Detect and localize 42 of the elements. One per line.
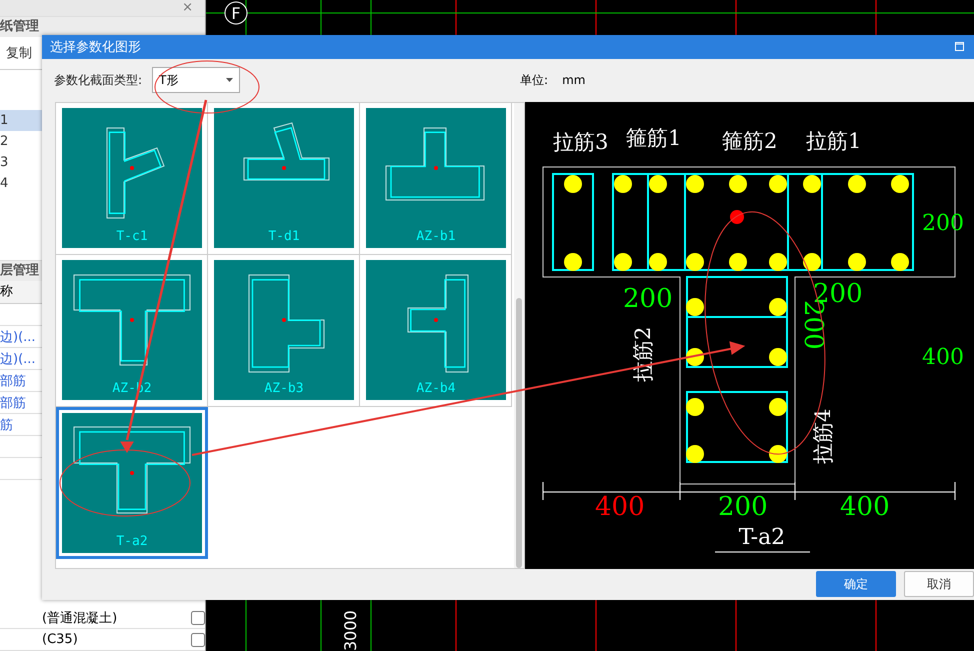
dimension-text: 200 xyxy=(623,284,673,314)
dimension-text: 400 xyxy=(840,492,890,522)
table-cell-text: 部筋 xyxy=(0,372,26,390)
dimension-text: 400 xyxy=(595,492,645,522)
field-label: 参数化截面类型: xyxy=(54,72,142,89)
type-dropdown[interactable]: T形 xyxy=(152,67,240,94)
table-cell-text: 部筋 xyxy=(0,394,26,412)
dimension-text: 400 xyxy=(922,344,964,370)
field-label: 单位: xyxy=(520,72,548,89)
thumbnail-caption: AZ-b4 xyxy=(416,381,456,396)
thumbnail-caption: AZ-b3 xyxy=(264,381,304,396)
rebar-label: 拉筋1 xyxy=(806,128,862,153)
axis-label: F xyxy=(231,4,241,23)
scrollbar[interactable] xyxy=(514,102,524,568)
close-icon[interactable]: × xyxy=(182,0,193,16)
unit-value: mm xyxy=(562,73,586,88)
panel-header: 纸管理 xyxy=(0,16,205,37)
preview-caption: T-a2 xyxy=(738,524,786,550)
rebar-label: 箍筋2 xyxy=(722,128,778,153)
rebar-label: 箍筋1 xyxy=(626,126,682,150)
maximize-icon[interactable] xyxy=(955,42,964,52)
thumbnail-caption: AZ-b1 xyxy=(416,229,456,244)
copy-button[interactable]: 复制 xyxy=(0,44,38,62)
table-cell-text: (普通混凝土) xyxy=(42,610,118,626)
dimension-text: 200 xyxy=(718,492,768,522)
window-title: 选择参数化图形 xyxy=(50,38,141,56)
cancel-button[interactable]: 取消 xyxy=(904,571,974,598)
checkbox[interactable] xyxy=(191,610,205,624)
thumbnail-caption: T-d1 xyxy=(268,229,300,244)
shape-thumbnail[interactable]: T-a2 xyxy=(56,406,208,559)
rebar-label: 拉筋4 xyxy=(811,408,835,464)
ok-button[interactable]: 确定 xyxy=(816,571,896,598)
checkbox[interactable] xyxy=(191,632,205,646)
dimension-text: 3000 xyxy=(341,610,360,651)
caret-icon xyxy=(226,78,234,82)
table-cell-text: 边)(... xyxy=(0,350,36,368)
thumbnail-caption: T-c1 xyxy=(116,229,148,244)
rebar-label: 拉筋3 xyxy=(553,130,608,154)
table-cell-text: 边)(... xyxy=(0,328,36,346)
table-cell-text: 筋 xyxy=(0,416,13,434)
table-cell-text: (C35) xyxy=(42,632,79,647)
thumbnail-caption: T-a2 xyxy=(116,534,148,549)
